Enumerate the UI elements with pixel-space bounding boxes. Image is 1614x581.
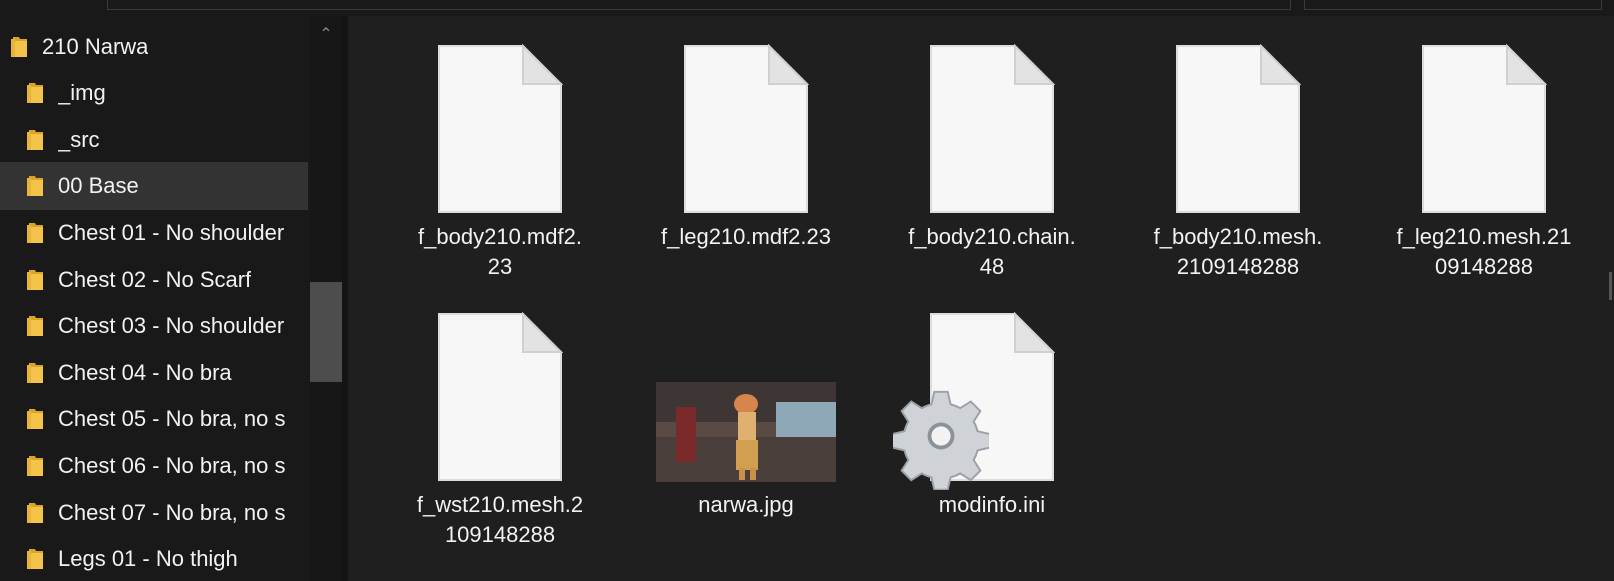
sidebar-item-label: _img bbox=[58, 80, 106, 105]
file-name: f_leg210.mesh.21 09148288 bbox=[1396, 224, 1572, 279]
sidebar-item-3[interactable]: 00 Base bbox=[0, 162, 308, 210]
sidebar-item-6[interactable]: Chest 03 - No shoulder bbox=[0, 302, 308, 350]
file-name: f_body210.mesh. 2109148288 bbox=[1153, 224, 1323, 279]
settings-file-icon bbox=[891, 312, 1055, 491]
file-name: f_body210.mdf2. 23 bbox=[418, 224, 582, 279]
folder-icon bbox=[26, 314, 46, 338]
sidebar-item-label: Chest 02 - No Scarf bbox=[58, 267, 252, 292]
folder-icon bbox=[26, 268, 46, 292]
folder-icon bbox=[26, 81, 46, 105]
sidebar-item-label: 00 Base bbox=[58, 173, 139, 198]
blank-file-icon bbox=[683, 44, 809, 214]
image-thumbnail bbox=[656, 382, 836, 487]
file-name: f_wst210.mesh.2 109148288 bbox=[416, 492, 584, 547]
sidebar-item-5[interactable]: Chest 02 - No Scarf bbox=[0, 256, 308, 304]
sidebar-item-8[interactable]: Chest 05 - No bra, no s bbox=[0, 395, 308, 443]
address-bar[interactable] bbox=[107, 0, 1291, 10]
sidebar-item-label: Legs 01 - No thigh bbox=[58, 546, 238, 571]
sidebar-item-4[interactable]: Chest 01 - No shoulder bbox=[0, 209, 308, 257]
sidebar-item-1[interactable]: _img bbox=[0, 69, 308, 117]
folder-icon bbox=[26, 128, 46, 152]
file-item[interactable]: f_leg210.mesh.21 09148288 bbox=[1368, 44, 1600, 304]
file-name: f_body210.chain. 48 bbox=[908, 224, 1076, 279]
sidebar-item-label: 210 Narwa bbox=[42, 34, 149, 59]
navigation-pane: 210 Narwa _img _src 00 Base Chest 01 - No sh… bbox=[0, 16, 342, 581]
file-item[interactable]: f_wst210.mesh.2 109148288 bbox=[384, 312, 616, 572]
main-scrollbar-thumb[interactable] bbox=[1609, 272, 1612, 300]
folder-icon bbox=[26, 547, 46, 571]
file-item[interactable]: f_body210.chain. 48 bbox=[876, 44, 1108, 304]
file-name: modinfo.ini bbox=[938, 492, 1046, 517]
folder-icon bbox=[26, 361, 46, 385]
file-item[interactable]: f_leg210.mdf2.23 bbox=[630, 44, 862, 304]
sidebar-item-10[interactable]: Chest 07 - No bra, no s bbox=[0, 489, 308, 537]
sidebar-item-label: Chest 07 - No bra, no s bbox=[58, 500, 286, 525]
file-name: narwa.jpg bbox=[698, 492, 794, 517]
top-toolbar-strip bbox=[0, 0, 1614, 16]
file-name: f_leg210.mdf2.23 bbox=[660, 224, 832, 249]
gear-icon bbox=[891, 382, 991, 495]
blank-file-icon bbox=[1175, 44, 1301, 214]
sidebar-item-label: _src bbox=[58, 127, 100, 152]
file-item[interactable]: narwa.jpg bbox=[630, 312, 862, 572]
file-item[interactable]: modinfo.ini bbox=[876, 312, 1108, 572]
file-item[interactable]: f_body210.mesh. 2109148288 bbox=[1122, 44, 1354, 304]
folder-icon bbox=[26, 221, 46, 245]
sidebar-item-0[interactable]: 210 Narwa bbox=[0, 23, 308, 71]
sidebar-item-label: Chest 04 - No bra bbox=[58, 360, 232, 385]
sidebar-item-9[interactable]: Chest 06 - No bra, no s bbox=[0, 442, 308, 490]
sidebar-item-11[interactable]: Legs 01 - No thigh bbox=[0, 535, 308, 581]
sidebar-item-2[interactable]: _src bbox=[0, 116, 308, 164]
blank-file-icon bbox=[437, 312, 563, 482]
sidebar-scroll-thumb[interactable] bbox=[310, 282, 342, 382]
folder-icon bbox=[26, 454, 46, 478]
folder-icon bbox=[26, 407, 46, 431]
sidebar-item-label: Chest 03 - No shoulder bbox=[58, 313, 285, 338]
blank-file-icon bbox=[1421, 44, 1547, 214]
sidebar-item-7[interactable]: Chest 04 - No bra bbox=[0, 349, 308, 397]
sidebar-item-label: Chest 01 - No shoulder bbox=[58, 220, 285, 245]
sidebar-item-label: Chest 05 - No bra, no s bbox=[58, 406, 286, 431]
sidebar-item-label: Chest 06 - No bra, no s bbox=[58, 453, 286, 478]
file-list-pane: f_body210.mdf2. 23 f_leg210.mdf2.23 f_body… bbox=[348, 16, 1614, 581]
search-box[interactable] bbox=[1304, 0, 1602, 10]
file-item[interactable]: f_body210.mdf2. 23 bbox=[384, 44, 616, 304]
folder-icon bbox=[26, 501, 46, 525]
scroll-up-icon[interactable]: ⌃ bbox=[310, 24, 342, 46]
folder-icon bbox=[26, 174, 46, 198]
folder-icon bbox=[10, 35, 30, 59]
blank-file-icon bbox=[929, 44, 1055, 214]
blank-file-icon bbox=[437, 44, 563, 214]
